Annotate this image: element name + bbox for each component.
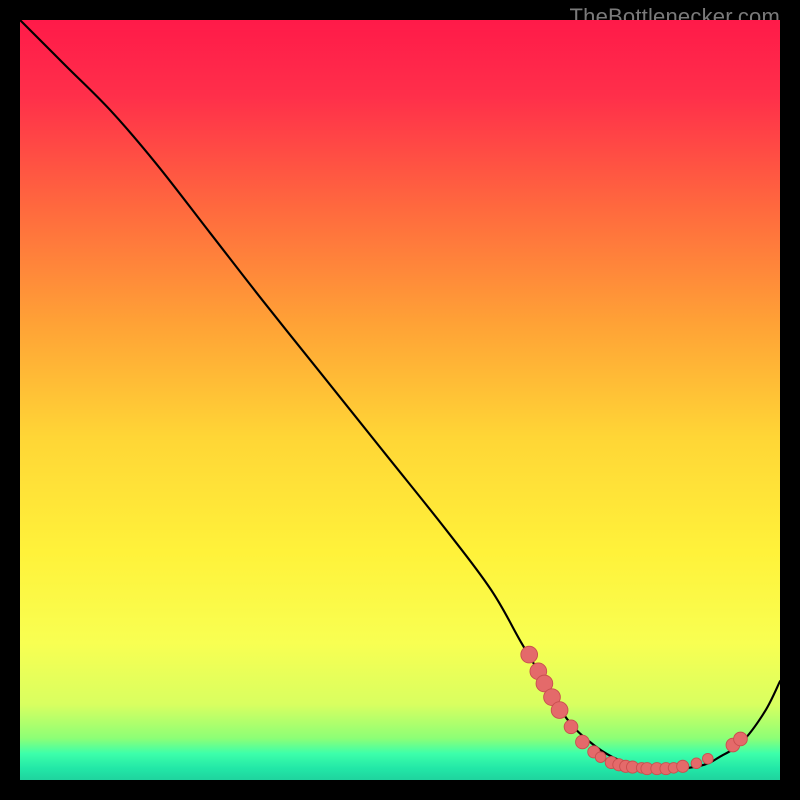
data-marker — [564, 720, 578, 734]
data-marker — [595, 752, 606, 763]
data-marker — [521, 646, 538, 663]
data-marker — [677, 760, 689, 772]
gradient-plot — [20, 20, 780, 780]
chart-stage: TheBottlenecker.com — [0, 0, 800, 800]
data-marker — [691, 758, 702, 769]
data-marker — [551, 702, 568, 719]
data-marker — [576, 735, 590, 749]
gradient-background — [20, 20, 780, 780]
data-marker — [702, 753, 713, 764]
data-marker — [734, 732, 748, 746]
